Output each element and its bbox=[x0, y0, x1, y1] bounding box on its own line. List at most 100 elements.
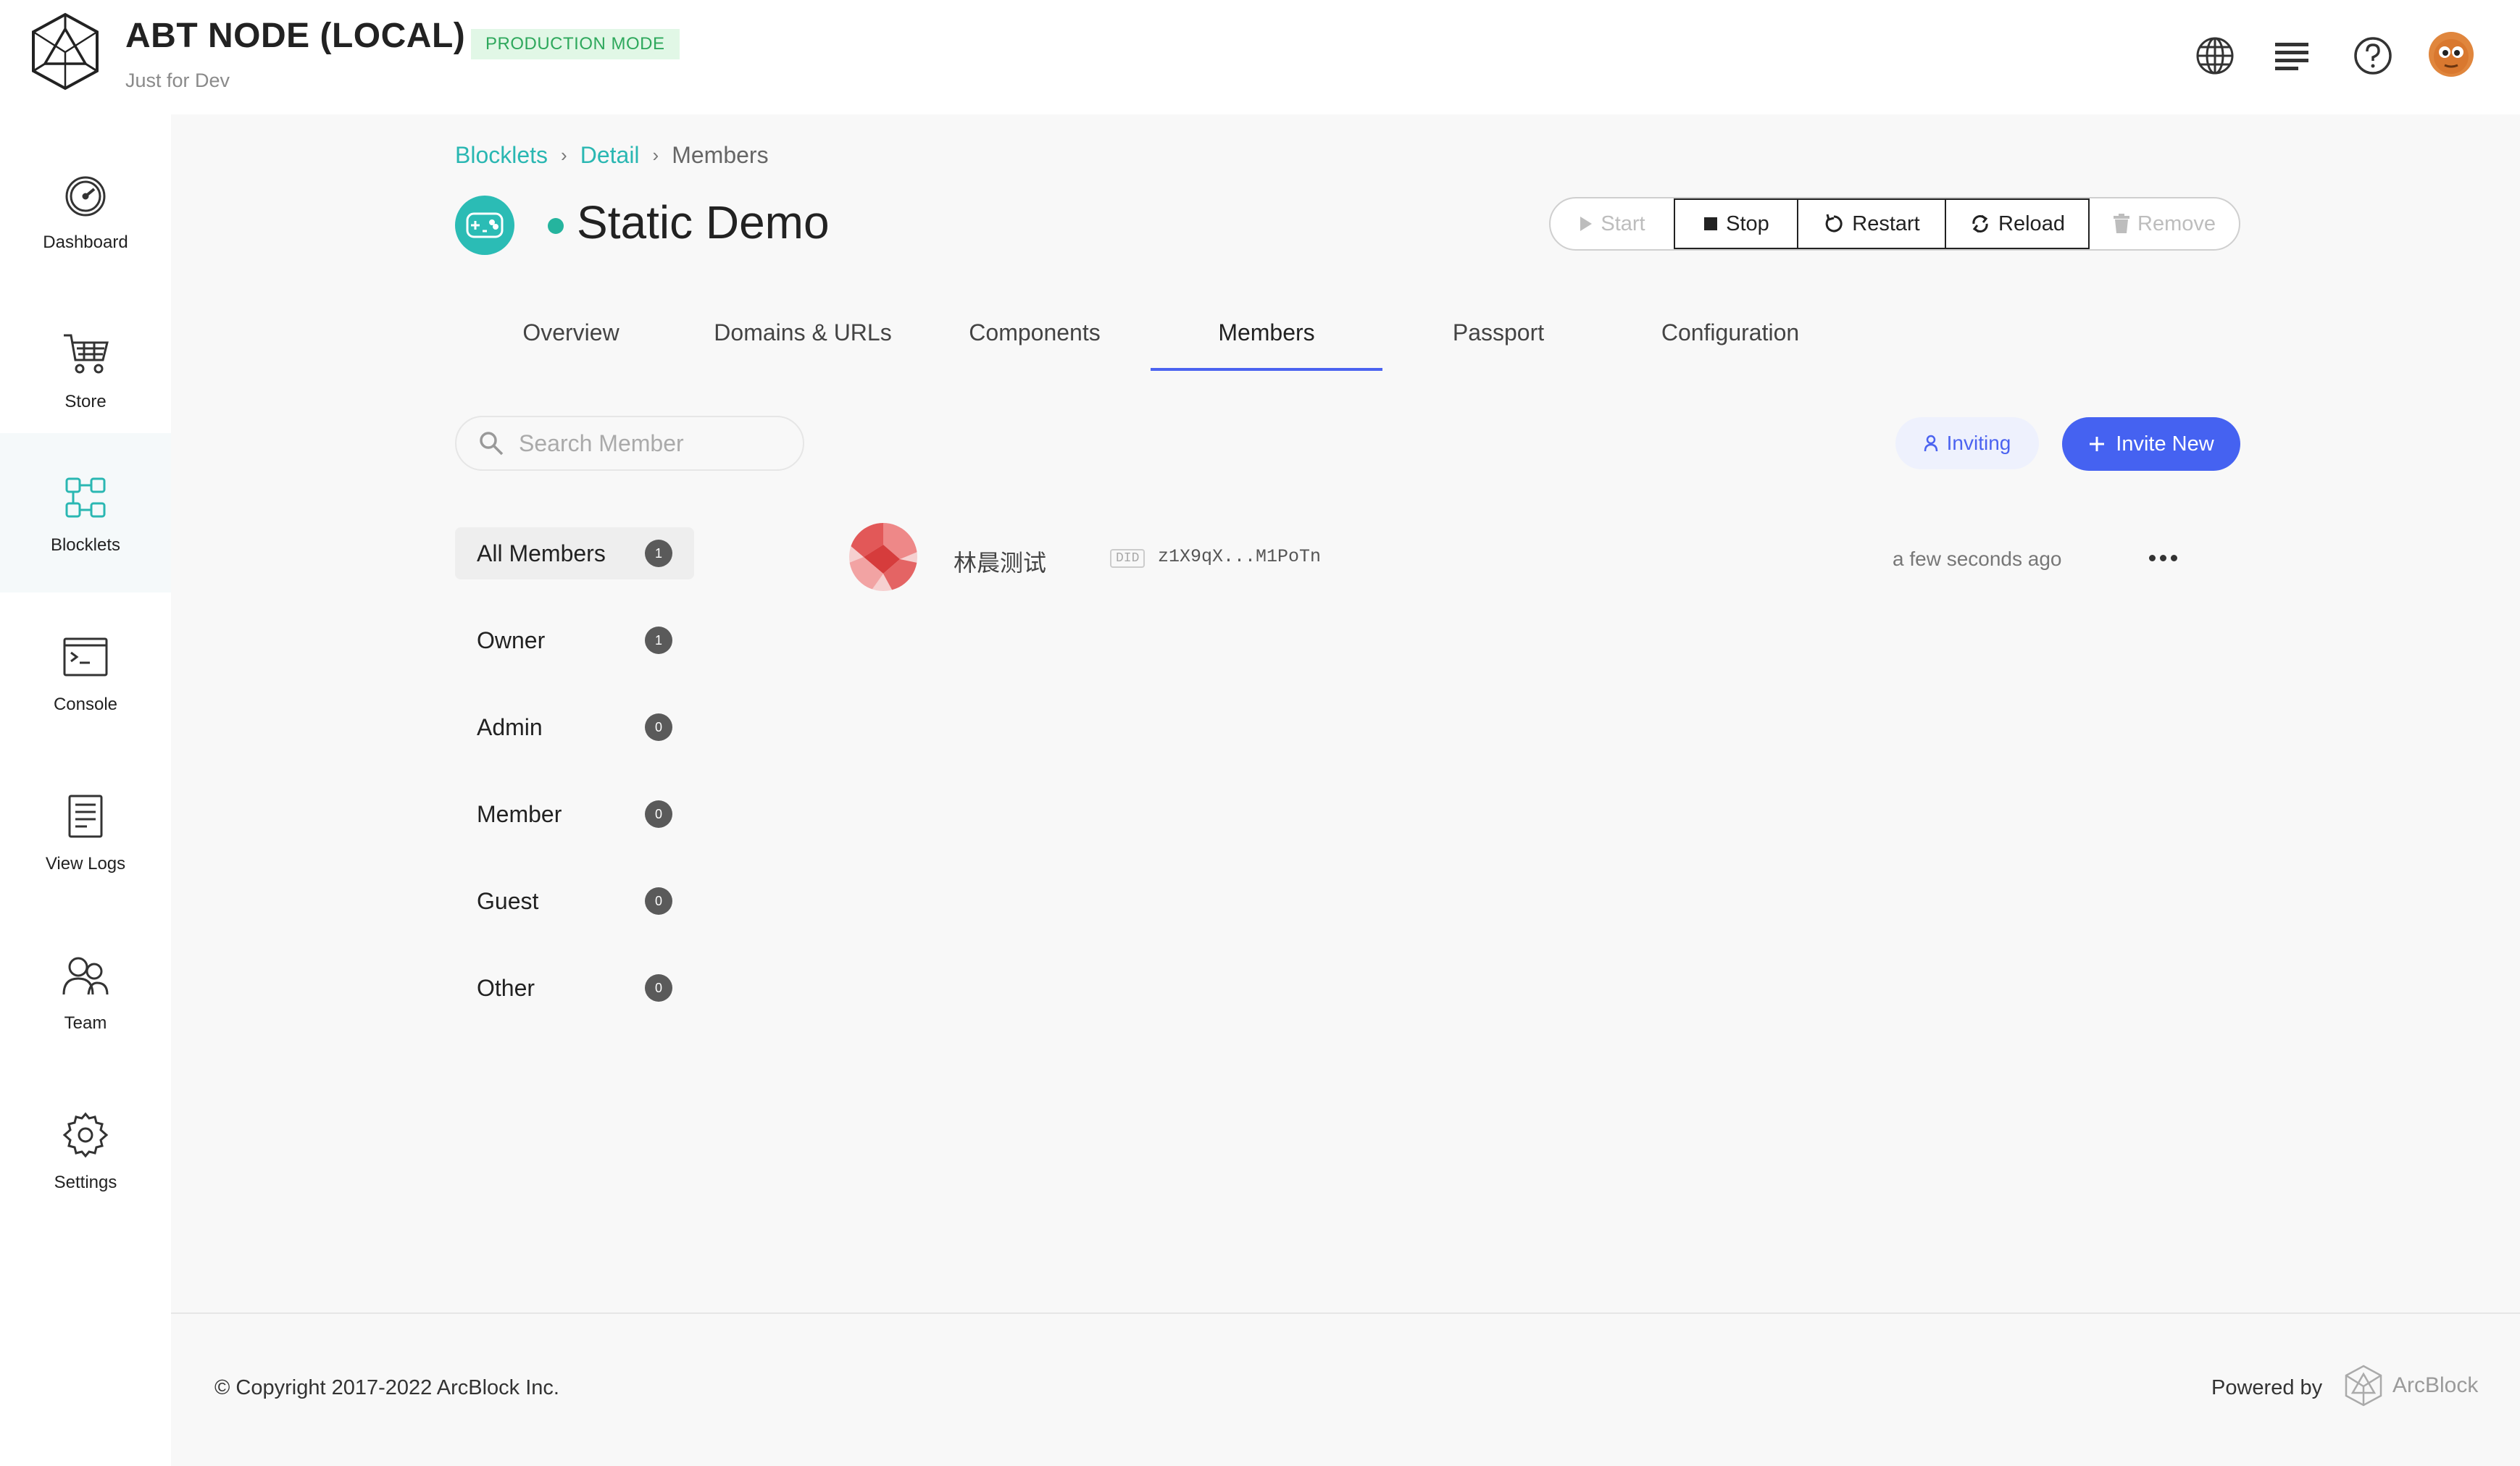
app-title: ABT NODE (LOCAL) bbox=[125, 17, 466, 55]
tab-domains-urls[interactable]: Domains & URLs bbox=[687, 294, 919, 371]
role-label: Admin bbox=[477, 713, 543, 740]
role-count-badge: 0 bbox=[645, 713, 672, 741]
sidebar-item-label: Console bbox=[53, 695, 118, 714]
play-icon bbox=[1580, 217, 1593, 231]
breadcrumb-separator: › bbox=[652, 144, 659, 166]
sidebar-item-label: Blocklets bbox=[50, 535, 121, 555]
member-name[interactable]: 林晨测试 bbox=[954, 545, 1046, 578]
sidebar-item-view-logs[interactable]: View Logs bbox=[0, 752, 171, 911]
tab-passport[interactable]: Passport bbox=[1382, 294, 1614, 371]
logs-icon bbox=[58, 789, 113, 844]
tab-configuration[interactable]: Configuration bbox=[1614, 294, 1846, 371]
role-all-members[interactable]: All Members 1 bbox=[455, 527, 694, 579]
sidebar-item-console[interactable]: Console bbox=[0, 592, 171, 752]
sidebar-item-dashboard[interactable]: Dashboard bbox=[0, 130, 171, 290]
inviting-button[interactable]: Inviting bbox=[1895, 417, 2039, 469]
console-icon bbox=[58, 629, 113, 684]
stop-icon bbox=[1704, 217, 1718, 230]
breadcrumb-blocklets[interactable]: Blocklets bbox=[455, 142, 548, 169]
cart-icon bbox=[58, 327, 113, 382]
sidebar-item-label: View Logs bbox=[45, 854, 126, 874]
sidebar-item-settings[interactable]: Settings bbox=[0, 1071, 171, 1230]
reload-label: Reload bbox=[1998, 211, 2065, 235]
detail-tabs: Overview Domains & URLs Components Membe… bbox=[455, 294, 1846, 371]
restart-label: Restart bbox=[1852, 211, 1920, 235]
stop-button[interactable]: Stop bbox=[1674, 198, 1798, 249]
search-input[interactable] bbox=[519, 430, 780, 457]
page-title: Static Demo bbox=[577, 196, 830, 248]
start-button[interactable]: Start bbox=[1551, 198, 1674, 249]
reload-icon bbox=[1972, 214, 1988, 233]
role-count-badge: 0 bbox=[645, 887, 672, 915]
breadcrumb-current: Members bbox=[672, 142, 769, 168]
did-badge: DID bbox=[1110, 549, 1146, 568]
role-guest[interactable]: Guest 0 bbox=[455, 875, 694, 927]
globe-icon[interactable] bbox=[2191, 32, 2239, 80]
user-avatar[interactable] bbox=[2429, 32, 2474, 77]
role-count-badge: 1 bbox=[645, 540, 672, 567]
invite-new-label: Invite New bbox=[2116, 432, 2214, 456]
main-content: Blocklets › Detail › Members Static Demo… bbox=[171, 114, 2520, 1312]
running-status-dot bbox=[548, 218, 564, 234]
list-icon[interactable] bbox=[2268, 32, 2316, 80]
sidebar-item-team[interactable]: Team bbox=[0, 911, 171, 1071]
role-admin[interactable]: Admin 0 bbox=[455, 701, 694, 753]
member-row[interactable]: 林晨测试 DID z1X9qX...M1PoTn a few seconds a… bbox=[849, 523, 2240, 595]
member-search-box bbox=[455, 416, 804, 471]
arcblock-logo-icon bbox=[2345, 1365, 2382, 1407]
powered-by-text: Powered by bbox=[2211, 1376, 2323, 1399]
sidebar-item-label: Store bbox=[64, 392, 107, 411]
role-label: Owner bbox=[477, 627, 546, 653]
arcblock-link[interactable]: ArcBlock bbox=[2343, 1360, 2478, 1411]
footer: © Copyright 2017-2022 ArcBlock Inc. Powe… bbox=[171, 1312, 2520, 1466]
sidebar-item-label: Dashboard bbox=[43, 233, 128, 252]
sidebar-item-blocklets[interactable]: Blocklets bbox=[0, 433, 171, 592]
role-label: Other bbox=[477, 974, 535, 1001]
tab-members[interactable]: Members bbox=[1151, 294, 1382, 371]
sidebar-item-store[interactable]: Store bbox=[0, 290, 171, 449]
blocklet-actions: Start Stop Restart Reload Remove bbox=[1549, 197, 2240, 251]
role-member[interactable]: Member 0 bbox=[455, 788, 694, 840]
trash-icon bbox=[2114, 214, 2129, 233]
role-other[interactable]: Other 0 bbox=[455, 962, 694, 1014]
team-icon bbox=[58, 948, 113, 1003]
restart-icon bbox=[1825, 214, 1843, 233]
remove-button[interactable]: Remove bbox=[2090, 198, 2239, 249]
breadcrumb: Blocklets › Detail › Members bbox=[455, 142, 769, 169]
more-actions-icon[interactable] bbox=[2139, 537, 2187, 578]
sidebar-item-label: Settings bbox=[54, 1173, 117, 1192]
role-label: All Members bbox=[477, 540, 606, 566]
member-avatar[interactable] bbox=[849, 523, 917, 591]
stop-label: Stop bbox=[1726, 211, 1769, 235]
invite-new-button[interactable]: Invite New bbox=[2062, 417, 2240, 471]
search-icon bbox=[480, 432, 504, 456]
help-icon[interactable] bbox=[2349, 32, 2397, 80]
tab-components[interactable]: Components bbox=[919, 294, 1151, 371]
person-icon bbox=[1924, 435, 1937, 452]
dashboard-icon bbox=[58, 167, 113, 222]
start-label: Start bbox=[1601, 211, 1645, 235]
breadcrumb-separator: › bbox=[561, 144, 567, 166]
role-label: Member bbox=[477, 800, 562, 827]
role-count-badge: 1 bbox=[645, 627, 672, 654]
role-count-badge: 0 bbox=[645, 800, 672, 828]
member-last-login: a few seconds ago bbox=[1893, 548, 2062, 570]
role-label: Guest bbox=[477, 887, 539, 914]
restart-button[interactable]: Restart bbox=[1798, 198, 1946, 249]
top-header: ABT NODE (LOCAL) PRODUCTION MODE Just fo… bbox=[0, 0, 2520, 114]
sidebar: Dashboard Store Blocklets Console View L… bbox=[0, 114, 171, 1466]
production-mode-badge: PRODUCTION MODE bbox=[471, 29, 680, 59]
remove-label: Remove bbox=[2137, 211, 2216, 235]
breadcrumb-detail[interactable]: Detail bbox=[580, 142, 640, 169]
blocklets-icon bbox=[58, 470, 113, 525]
tab-overview[interactable]: Overview bbox=[455, 294, 687, 371]
app-subtitle: Just for Dev bbox=[125, 70, 230, 91]
plus-icon bbox=[2090, 437, 2105, 451]
sidebar-item-label: Team bbox=[64, 1013, 107, 1033]
role-owner[interactable]: Owner 1 bbox=[455, 614, 694, 666]
member-did[interactable]: z1X9qX...M1PoTn bbox=[1158, 546, 1321, 567]
abt-node-logo[interactable] bbox=[29, 12, 101, 91]
gamepad-icon bbox=[455, 196, 514, 255]
reload-button[interactable]: Reload bbox=[1946, 198, 2090, 249]
role-count-badge: 0 bbox=[645, 974, 672, 1002]
